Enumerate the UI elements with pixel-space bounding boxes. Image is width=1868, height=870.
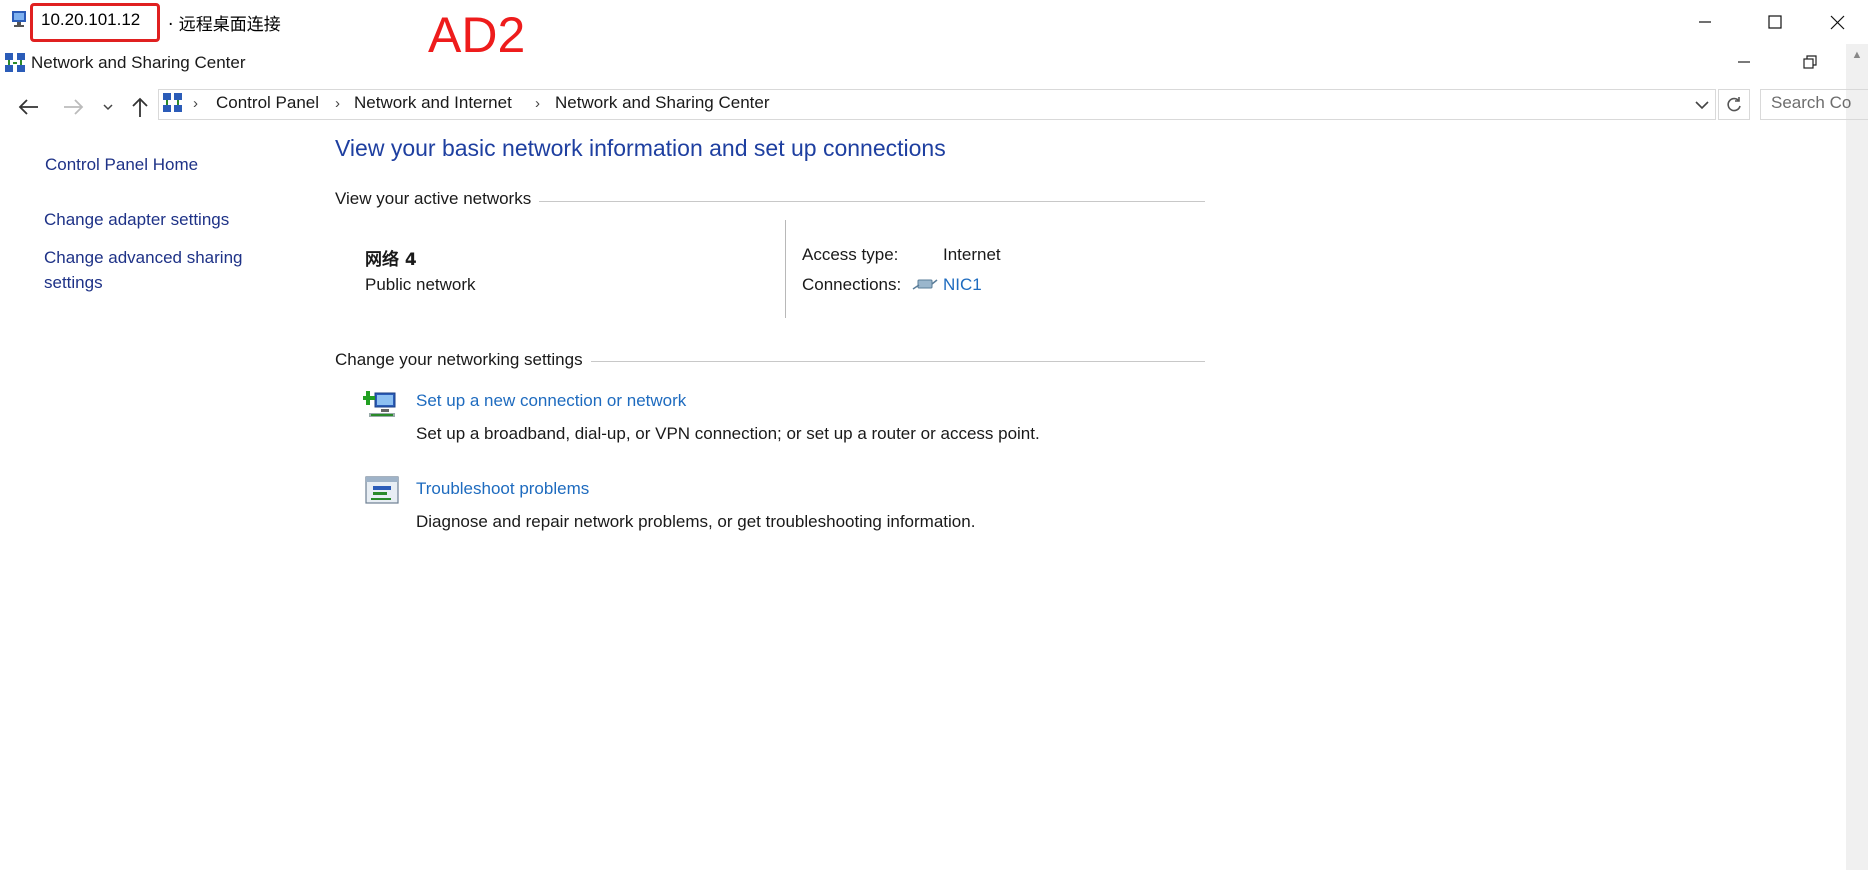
new-connection-icon [363,391,396,417]
close-icon [1830,15,1844,29]
search-placeholder: Search Co [1771,93,1852,112]
troubleshoot-icon [365,476,399,504]
recent-locations-chevron-icon[interactable] [98,95,118,119]
rdp-close-button[interactable] [1802,4,1868,40]
minimize-icon [1738,61,1750,63]
network-type-link[interactable]: Public network [365,275,476,295]
setup-new-connection-description: Set up a broadband, dial-up, or VPN conn… [416,424,1040,443]
window-title: Network and Sharing Center [31,53,246,72]
change-adapter-settings-link[interactable]: Change adapter settings [44,207,229,232]
network-center-icon [163,93,182,112]
back-arrow-icon[interactable] [14,92,44,122]
access-type-value: Internet [943,245,1001,264]
refresh-button[interactable] [1718,89,1750,120]
breadcrumb-control-panel[interactable]: Control Panel [216,93,319,113]
rdp-maximize-button[interactable] [1740,4,1810,40]
refresh-icon [1727,96,1741,111]
breadcrumb-network-and-internet[interactable]: Network and Internet [354,93,512,113]
annotation-label: AD2 [428,7,526,63]
connections-label: Connections: [802,275,902,294]
connection-nic1-link[interactable]: NIC1 [943,275,982,295]
window-restore-button[interactable] [1786,46,1834,78]
rdp-ip-address: 10.20.101.12 [41,10,141,29]
setup-new-connection-link[interactable]: Set up a new connection or network [416,391,686,411]
remote-desktop-icon [12,11,26,27]
up-arrow-icon[interactable] [125,92,155,122]
network-name: 网络 4 [365,250,417,270]
address-dropdown-chevron-icon[interactable] [1690,92,1714,118]
vertical-scrollbar[interactable] [1846,44,1868,870]
network-center-icon [5,53,25,72]
control-panel-home-link[interactable]: Control Panel Home [45,152,198,177]
networking-settings-heading: Change your networking settings [335,350,591,370]
minimize-icon [1699,21,1711,23]
rdp-minimize-button[interactable] [1670,4,1740,40]
window-minimize-button[interactable] [1720,46,1768,78]
breadcrumb-separator-icon[interactable]: › [535,95,540,112]
troubleshoot-problems-link[interactable]: Troubleshoot problems [416,479,589,499]
rdp-window-title: · 远程桌面连接 [168,15,281,35]
breadcrumb-network-sharing-center[interactable]: Network and Sharing Center [555,93,770,113]
restore-icon [1803,55,1817,69]
page-title: View your basic network information and … [335,135,946,161]
scroll-up-arrow-icon[interactable]: ▲ [1848,46,1866,64]
forward-arrow-icon[interactable] [58,92,88,122]
ethernet-cable-icon [912,279,938,290]
access-type-label: Access type: [802,245,899,264]
maximize-icon [1768,15,1782,29]
active-networks-heading: View your active networks [335,189,540,209]
network-info-divider [785,220,786,318]
breadcrumb-separator-icon[interactable]: › [193,95,198,112]
change-advanced-sharing-settings-link[interactable]: Change advanced sharing settings [44,245,274,295]
breadcrumb-separator-icon[interactable]: › [335,95,340,112]
troubleshoot-problems-description: Diagnose and repair network problems, or… [416,512,976,531]
